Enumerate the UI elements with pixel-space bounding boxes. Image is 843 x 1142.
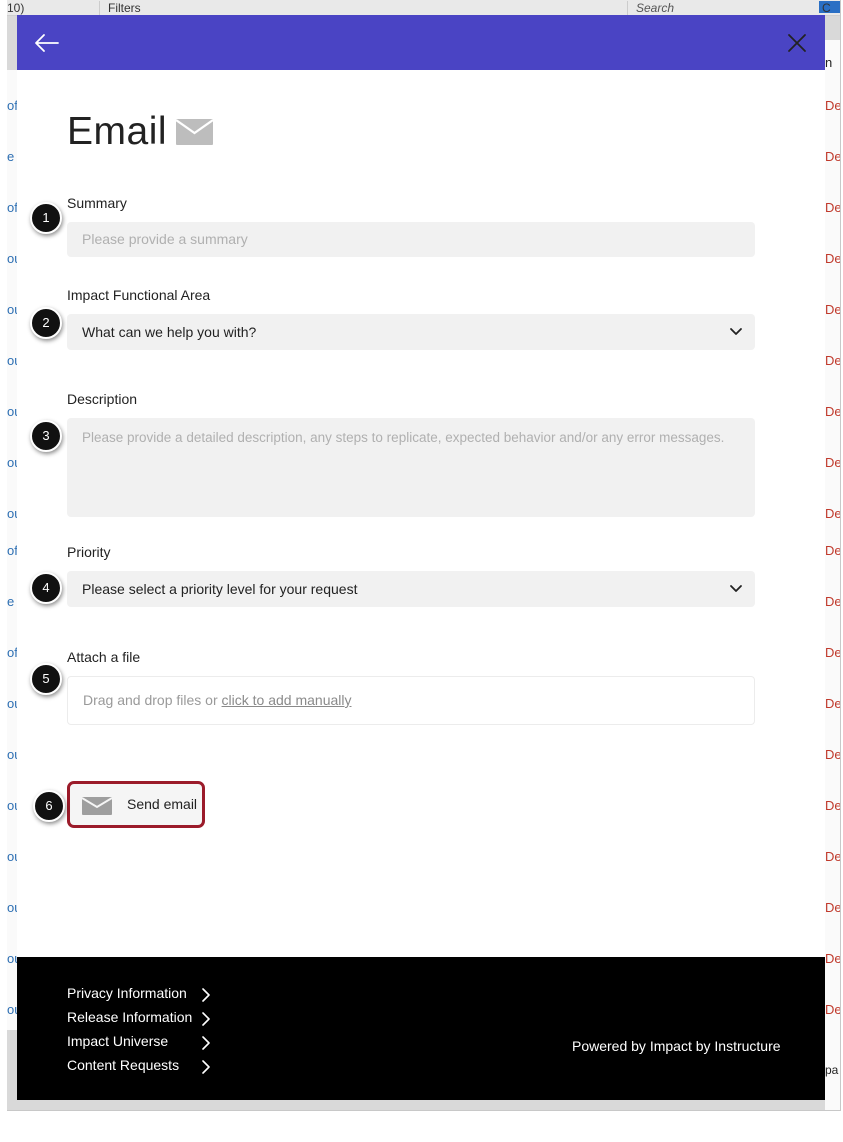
footer-link-label: Privacy Information (67, 985, 187, 1001)
background-right-fragment: De (825, 302, 841, 317)
envelope-icon (176, 119, 213, 145)
modal-header (17, 15, 825, 70)
callout-1: 1 (30, 202, 62, 234)
background-right-fragment: De (825, 1002, 841, 1017)
background-right-fragment: De (825, 696, 841, 711)
background-toolbar: 10) Filters Search C (7, 0, 840, 16)
background-right-fragment: De (825, 747, 841, 762)
background-right-fragment: De (825, 455, 841, 470)
background-right-fragment: De (825, 506, 841, 521)
background-filters[interactable]: Filters (99, 1, 218, 15)
priority-value: Please select a priority level for your … (82, 581, 358, 597)
background-right-fragment: De (825, 798, 841, 813)
dropzone-prompt: Drag and drop files or (83, 692, 218, 708)
callout-2: 2 (30, 307, 62, 339)
powered-by-text: Powered by Impact by Instructure (572, 1038, 781, 1054)
background-right-fragment: De (825, 200, 841, 215)
background-right-fragment: pa (825, 1063, 839, 1077)
chevron-right-icon (202, 1036, 210, 1050)
impact-area-value: What can we help you with? (82, 324, 257, 340)
footer-link-label: Content Requests (67, 1057, 180, 1073)
chevron-right-icon (202, 1012, 210, 1026)
chevron-right-icon (202, 1060, 210, 1074)
priority-select[interactable]: Please select a priority level for your … (67, 571, 755, 607)
background-right-fragment: De (825, 353, 841, 368)
callout-3: 3 (30, 420, 62, 452)
background-right-fragment: De (825, 543, 841, 558)
callout-4: 4 (30, 572, 62, 604)
footer-link-label: Impact Universe (67, 1033, 169, 1049)
background-right-fragment: De (825, 594, 841, 609)
file-dropzone[interactable]: Drag and drop files or click to add manu… (67, 676, 755, 725)
add-file-link[interactable]: click to add manually (222, 692, 352, 708)
chevron-right-icon (202, 988, 210, 1002)
screenshot-frame: 10) Filters Search C of e l of ou ou ou … (7, 0, 841, 1111)
description-textarea[interactable]: Please provide a detailed description, a… (67, 418, 755, 517)
chevron-down-icon (730, 585, 742, 592)
background-right-fragment: De (825, 404, 841, 419)
send-email-label: Send email (127, 796, 198, 812)
callout-5: 5 (30, 663, 62, 695)
chevron-down-icon (730, 328, 742, 335)
footer-link-universe[interactable]: Impact Universe (67, 1033, 217, 1053)
background-right-fragment: De (825, 900, 841, 915)
footer-link-release[interactable]: Release Information (67, 1009, 217, 1029)
footer-link-label: Release Information (67, 1009, 193, 1025)
background-right-fragment: n (825, 55, 833, 70)
background-right-fragment: De (825, 645, 841, 660)
priority-label: Priority (67, 544, 111, 560)
footer-link-privacy[interactable]: Privacy Information (67, 985, 217, 1005)
arrow-left-icon (35, 34, 59, 52)
background-search[interactable]: Search (627, 1, 811, 15)
background-select[interactable]: 10) (7, 1, 79, 15)
footer-link-content-requests[interactable]: Content Requests (67, 1057, 217, 1077)
summary-label: Summary (67, 195, 127, 211)
page-title: Email (67, 110, 168, 153)
attach-label: Attach a file (67, 649, 141, 665)
background-right-fragment: De (825, 251, 841, 266)
modal-footer: Privacy Information Release Information … (17, 957, 825, 1100)
background-right-fragment: De (825, 849, 841, 864)
background-right-fragment: De (825, 149, 841, 164)
back-button[interactable] (31, 27, 63, 59)
callout-6: 6 (33, 790, 65, 822)
impact-area-select[interactable]: What can we help you with? (67, 314, 755, 350)
email-modal: Email Summary Please provide a summary 1… (17, 15, 825, 1100)
background-right-fragment: De (825, 98, 841, 113)
close-icon (788, 34, 806, 52)
description-label: Description (67, 391, 138, 407)
background-button[interactable]: C (819, 1, 840, 15)
background-right-fragment: De (825, 951, 841, 966)
summary-input[interactable]: Please provide a summary (67, 222, 755, 257)
envelope-icon (82, 797, 112, 815)
close-button[interactable] (781, 27, 813, 59)
send-email-button[interactable]: Send email (67, 781, 205, 828)
impact-area-label: Impact Functional Area (67, 287, 211, 303)
